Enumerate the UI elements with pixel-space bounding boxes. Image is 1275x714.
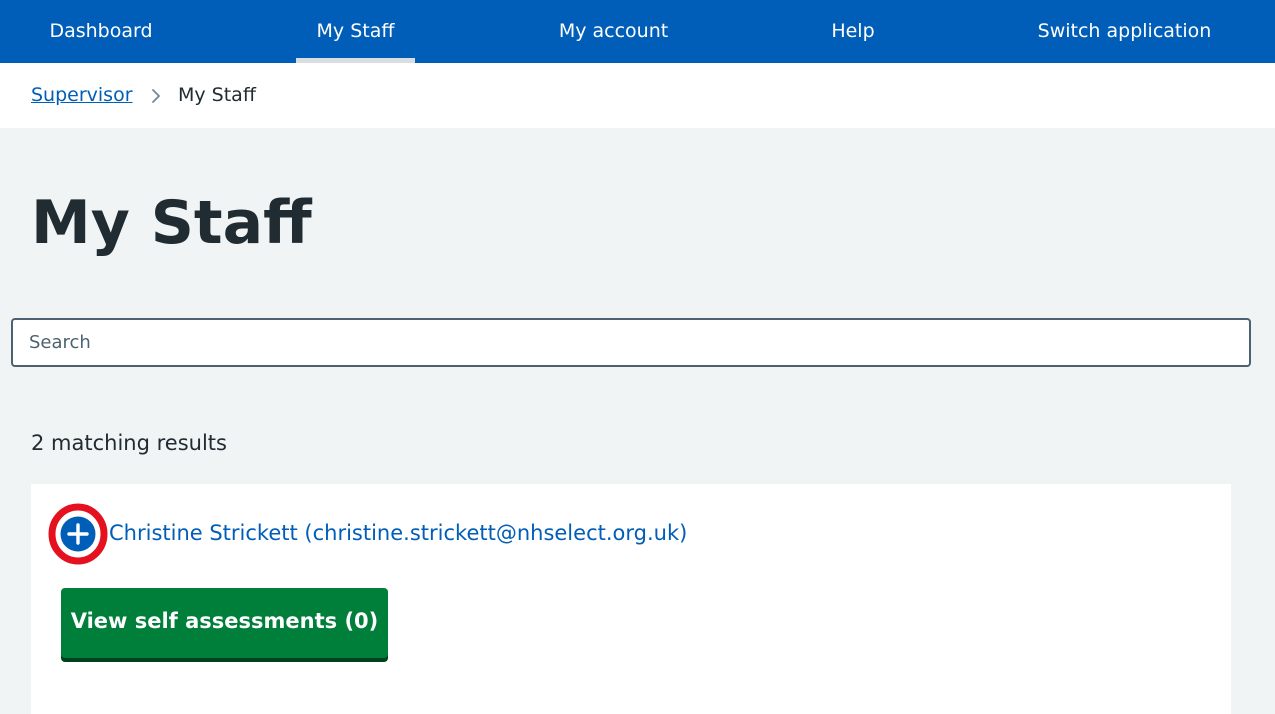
- staff-card: Christine Strickett (christine.strickett…: [31, 484, 1231, 714]
- breadcrumb: Supervisor My Staff: [0, 63, 1275, 128]
- breadcrumb-link-supervisor[interactable]: Supervisor: [31, 84, 133, 106]
- staff-name-link[interactable]: Christine Strickett (christine.strickett…: [109, 521, 687, 545]
- breadcrumb-current: My Staff: [178, 84, 256, 106]
- nav-item-help[interactable]: Help: [813, 0, 893, 63]
- view-self-assessments-button[interactable]: View self assessments (0): [61, 588, 388, 658]
- plus-circle-icon[interactable]: [48, 503, 108, 565]
- search-input[interactable]: [11, 318, 1251, 367]
- top-navigation: Dashboard My Staff My account Help Switc…: [0, 0, 1275, 63]
- nav-item-my-account[interactable]: My account: [543, 0, 684, 63]
- nav-item-switch-application[interactable]: Switch application: [1022, 0, 1227, 63]
- nav-item-my-staff[interactable]: My Staff: [296, 0, 415, 63]
- page-title: My Staff: [31, 188, 312, 258]
- chevron-right-icon: [152, 89, 160, 103]
- nav-item-dashboard[interactable]: Dashboard: [31, 0, 171, 63]
- results-count: 2 matching results: [31, 431, 227, 455]
